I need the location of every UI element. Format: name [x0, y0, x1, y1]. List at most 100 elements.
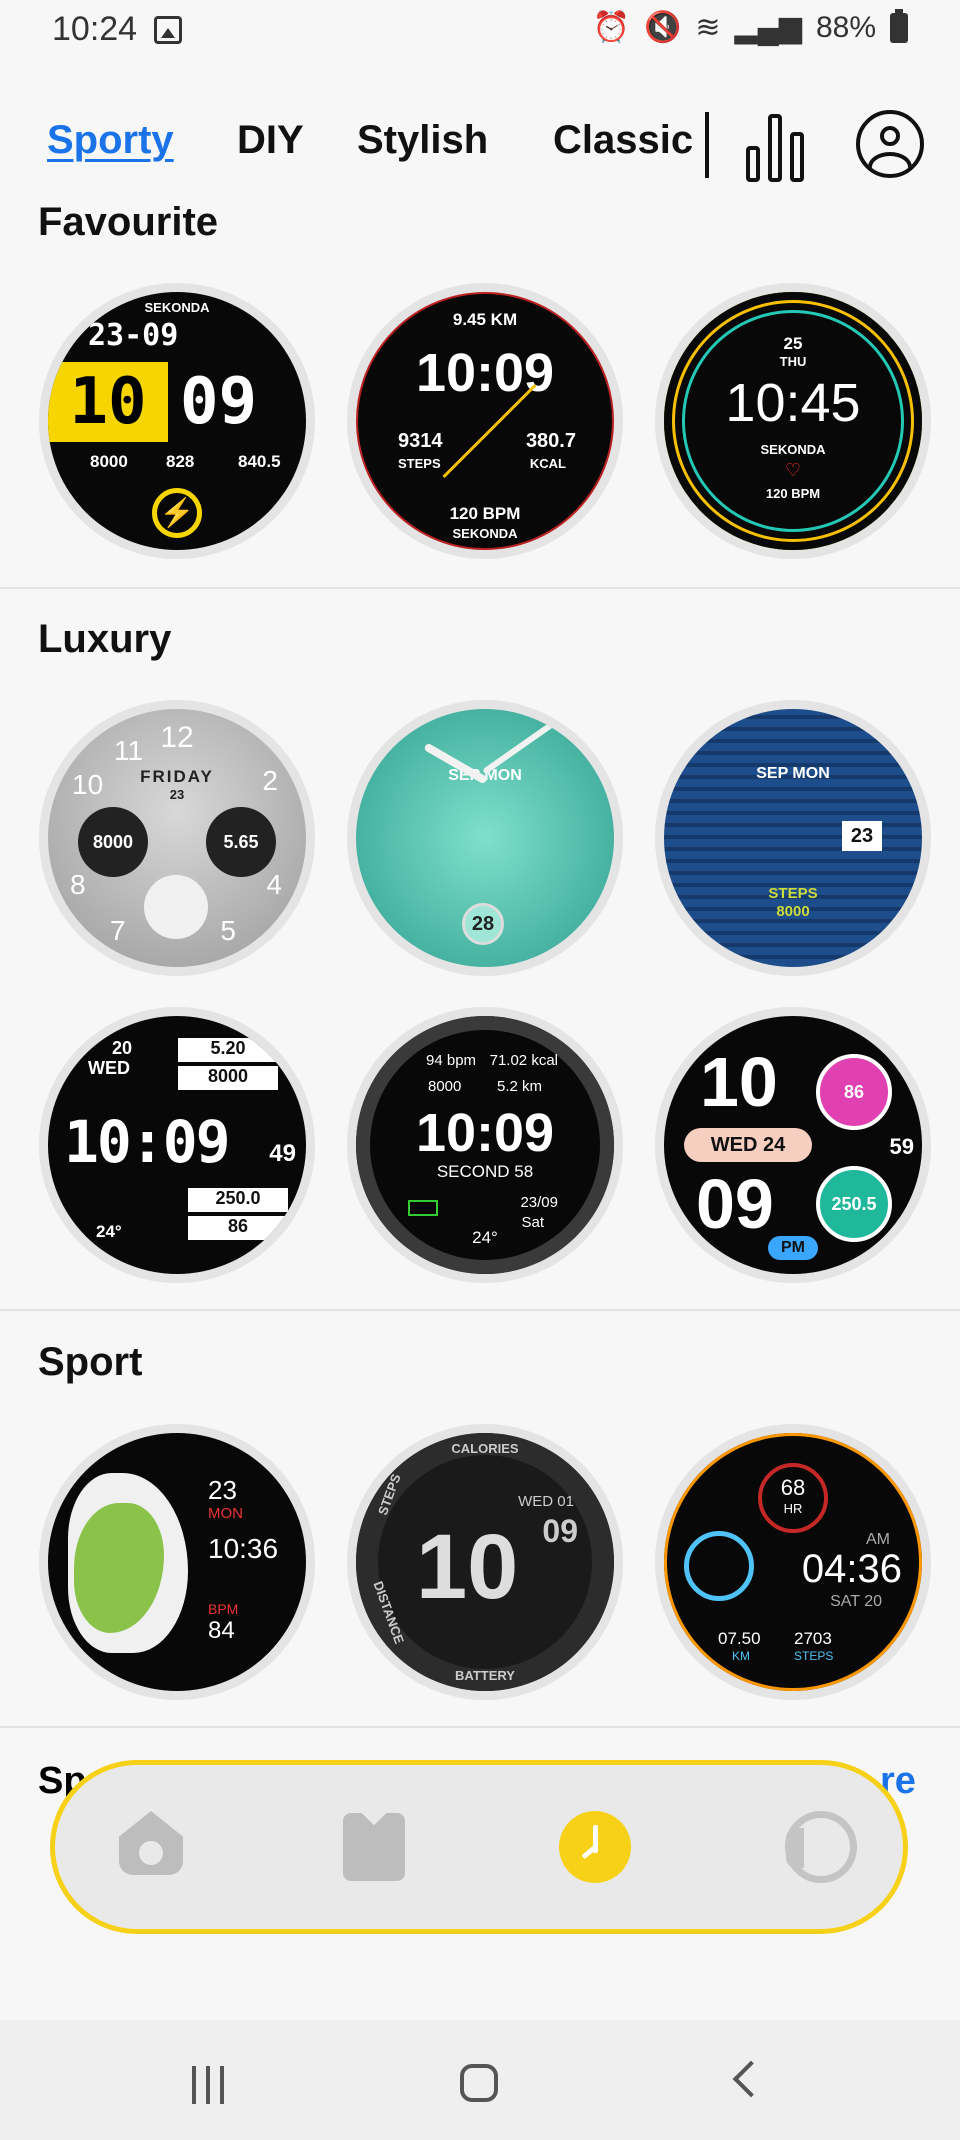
face-number: 4: [266, 869, 282, 900]
status-time: 10:24: [52, 10, 138, 48]
face-subdial-left: 8000: [78, 807, 148, 877]
face-day: 25: [783, 334, 803, 353]
watch-face-favourite-2[interactable]: 9.45 KM 10:09 9314 STEPS 380.7 KCAL 120 …: [347, 283, 623, 559]
status-icons: ⏰ 🔇 ≋ ▂▄▆ 88%: [592, 8, 908, 45]
face-weekday: WED: [88, 1058, 130, 1078]
watch-icon[interactable]: [785, 1811, 857, 1883]
face-minute: 09: [542, 1513, 578, 1549]
face-subdial-right: 5.65: [206, 807, 276, 877]
watch-face-sport-1[interactable]: 23 MON 10:36 BPM 84: [39, 1424, 315, 1700]
face-minute: 09: [696, 1165, 774, 1243]
watch-face-display: 20 WED 5.20 8000 10:09 49 24° 250.0 86: [48, 1016, 306, 1274]
tab-divider: [705, 112, 709, 178]
face-time: 10:09: [64, 1108, 231, 1176]
tab-sporty[interactable]: Sporty: [47, 118, 174, 163]
stats-icon[interactable]: [740, 110, 810, 182]
face-hr: 68: [780, 1475, 806, 1500]
face-calories: 840.5: [238, 452, 281, 471]
face-kcal: 380.7: [525, 430, 576, 452]
face-hr-label: HR: [783, 1501, 803, 1516]
category-tabs: Sporty DIY Stylish Classic: [0, 108, 960, 184]
face-bpm: 120 BPM: [765, 486, 821, 501]
watch-face-luxury-6[interactable]: 10 09 WED 24 86 59 250.5 PM: [655, 1007, 931, 1283]
face-number: 5: [220, 915, 236, 946]
watch-face-favourite-1[interactable]: SEKONDA 23-09 10 09 8000 828 840.5 ⚡: [39, 283, 315, 559]
home-button-icon[interactable]: [460, 2064, 498, 2102]
face-weekday: THU: [779, 354, 807, 369]
watch-face-sport-3[interactable]: 68 HR AM 04:36 SAT 20 07.50 KM 2703 STEP…: [655, 1424, 931, 1700]
vest-icon[interactable]: [337, 1811, 409, 1883]
section-divider: [0, 1309, 960, 1311]
face-minute-hand: [482, 717, 560, 775]
face-time: 04:36: [801, 1547, 902, 1591]
face-km: 07.50: [718, 1629, 761, 1648]
face-steps-label: STEPS: [398, 456, 441, 471]
face-steps-label: STEPS: [768, 885, 818, 902]
face-stat: 86: [188, 1216, 288, 1240]
face-steps: 8000: [90, 452, 128, 471]
section-title-favourite: Favourite: [38, 200, 219, 244]
face-kcal: 71.02 kcal: [489, 1052, 558, 1069]
face-brand: SEKONDA: [452, 526, 518, 541]
watch-face-display: 68 HR AM 04:36 SAT 20 07.50 KM 2703 STEP…: [664, 1433, 922, 1691]
face-steps: 8000: [428, 1078, 462, 1095]
face-temp: 24°: [96, 1222, 122, 1241]
face-steps: 2703: [794, 1629, 832, 1648]
bottom-navigation: [50, 1760, 908, 1934]
face-date: 23: [169, 787, 185, 802]
recent-apps-icon[interactable]: [190, 2066, 230, 2104]
watch-face-display: 9.45 KM 10:09 9314 STEPS 380.7 KCAL 120 …: [356, 292, 614, 550]
tab-diy[interactable]: DIY: [237, 118, 304, 163]
heart-icon: ♡: [784, 460, 802, 480]
face-date: WED 01: [518, 1493, 574, 1510]
alarm-icon: ⏰: [592, 11, 631, 44]
watch-face-luxury-5[interactable]: 94 bpm 71.02 kcal 8000 5.2 km 10:09 SECO…: [347, 1007, 623, 1283]
watch-face-luxury-3[interactable]: SEP MON 23 STEPS 8000: [655, 700, 931, 976]
face-number: 11: [114, 735, 144, 766]
section-divider: [0, 587, 960, 589]
watch-face-icon[interactable]: [559, 1811, 631, 1883]
home-icon[interactable]: [115, 1811, 187, 1883]
face-second: SECOND 58: [436, 1162, 534, 1181]
face-minute: 09: [180, 365, 258, 439]
tab-classic[interactable]: Classic: [553, 118, 693, 163]
section-divider: [0, 1726, 960, 1728]
battery-icon: [408, 1200, 438, 1216]
face-number: 8: [70, 869, 86, 900]
watch-face-display: 10 09 WED 24 86 59 250.5 PM: [664, 1016, 922, 1274]
face-hour: 10: [48, 362, 168, 442]
watch-face-display: SEKONDA 23-09 10 09 8000 828 840.5 ⚡: [48, 292, 306, 550]
watch-face-luxury-4[interactable]: 20 WED 5.20 8000 10:09 49 24° 250.0 86: [39, 1007, 315, 1283]
back-icon[interactable]: [732, 2060, 770, 2098]
face-weekday: Sat: [521, 1214, 544, 1231]
face-subdial-bottom: [144, 875, 208, 939]
face-time: 10:45: [725, 373, 861, 433]
watch-face-favourite-3[interactable]: 25 THU 10:45 SEKONDA ♡ 120 BPM: [655, 283, 931, 559]
watch-face-sport-2[interactable]: CALORIES STEPS DISTANCE BATTERY WED 01 1…: [347, 1424, 623, 1700]
face-calories-label: CALORIES: [451, 1441, 519, 1456]
mute-icon: 🔇: [644, 11, 682, 44]
face-logo: SEP MON: [756, 765, 830, 782]
watch-face-display: 94 bpm 71.02 kcal 8000 5.2 km 10:09 SECO…: [356, 1016, 614, 1274]
face-time: 10:36: [208, 1533, 279, 1564]
face-date: SAT 20: [830, 1593, 882, 1610]
face-brand: SEKONDA: [144, 300, 210, 315]
system-navigation-bar: [0, 2020, 960, 2140]
face-bpm: 120 BPM: [449, 504, 521, 523]
watch-face-display: 25 THU 10:45 SEKONDA ♡ 120 BPM: [664, 292, 922, 550]
face-weekday: MON: [208, 1505, 243, 1522]
watch-face-display: SEP MON 23 STEPS 8000: [664, 709, 922, 967]
face-date: 28: [462, 903, 504, 945]
watch-face-luxury-1[interactable]: 12 11 2 10 8 4 7 5 FRIDAY 23 8000 5.65: [39, 700, 315, 976]
profile-icon[interactable]: [856, 110, 924, 178]
section-title-sport: Sport: [38, 1340, 143, 1384]
face-steps-label: STEPS: [374, 1471, 404, 1518]
watch-face-luxury-2[interactable]: SEP MON 28: [347, 700, 623, 976]
face-steps: 8000: [776, 903, 810, 920]
face-km: 9.45 KM: [452, 310, 518, 329]
tab-stylish[interactable]: Stylish: [357, 118, 488, 163]
face-day: FRIDAY: [140, 767, 214, 786]
face-distance-label: DISTANCE: [370, 1579, 407, 1646]
face-date: 23: [208, 1475, 237, 1505]
face-seconds: 49: [269, 1140, 296, 1167]
